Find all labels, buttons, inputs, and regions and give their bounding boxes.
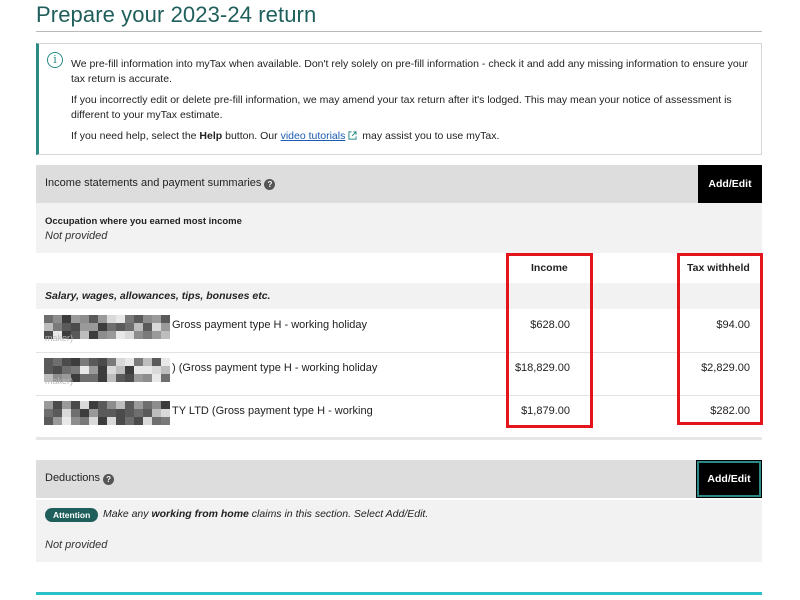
income-add-edit-button[interactable]: Add/Edit bbox=[698, 165, 762, 203]
deductions-add-edit-button[interactable]: Add/Edit bbox=[696, 460, 762, 498]
income-statements-title-text: Income statements and payment summaries bbox=[45, 177, 262, 189]
info-paragraph-1: We pre-fill information into myTax when … bbox=[71, 58, 749, 85]
question-circle-icon[interactable]: ? bbox=[103, 474, 115, 485]
row-description-cont: maker) bbox=[45, 376, 74, 386]
video-tutorials-link[interactable]: video tutorials bbox=[281, 130, 346, 142]
income-statements-title: Income statements and payment summaries? bbox=[45, 177, 276, 190]
redacted-employer-name bbox=[44, 400, 174, 426]
row-description: Gross payment type H - working holiday bbox=[172, 319, 368, 331]
deductions-value: Not provided bbox=[45, 539, 108, 551]
deductions-title-text: Deductions bbox=[45, 472, 101, 484]
info-paragraph-2: If you incorrectly edit or delete pre-fi… bbox=[71, 94, 732, 121]
info-icon: i bbox=[47, 52, 63, 68]
footer-divider bbox=[36, 592, 762, 595]
table-row[interactable]: TY LTD (Gross payment type H - working $… bbox=[36, 396, 762, 439]
question-circle-icon[interactable]: ? bbox=[264, 179, 276, 190]
page-title: Prepare your 2023-24 return bbox=[36, 2, 317, 27]
title-divider bbox=[36, 31, 762, 32]
income-list-divider bbox=[36, 437, 762, 440]
row-description-cont: maker) bbox=[45, 333, 74, 343]
attention-text-post: claims in this section. Select Add/Edit. bbox=[248, 508, 429, 520]
deductions-header: Deductions? Add/Edit bbox=[36, 460, 762, 498]
info-p3-text-mid: button. Our bbox=[222, 130, 281, 142]
prefill-info-box: i We pre-fill information into myTax whe… bbox=[36, 43, 762, 155]
deductions-title: Deductions? bbox=[45, 472, 115, 485]
attention-text-bold: working from home bbox=[151, 508, 249, 520]
row-description: TY LTD (Gross payment type H - working bbox=[172, 405, 373, 417]
table-row[interactable]: ) (Gross payment type H - working holida… bbox=[36, 353, 762, 396]
row-description: ) (Gross payment type H - working holida… bbox=[172, 362, 378, 374]
occupation-label: Occupation where you earned most income bbox=[45, 216, 242, 227]
help-word: Help bbox=[199, 130, 223, 142]
income-column-highlight bbox=[506, 253, 593, 428]
occupation-panel: Occupation where you earned most income … bbox=[36, 203, 762, 253]
table-row[interactable]: Gross payment type H - working holiday m… bbox=[36, 310, 762, 353]
info-text: We pre-fill information into myTax when … bbox=[71, 57, 756, 150]
salary-category-row: Salary, wages, allowances, tips, bonuses… bbox=[36, 283, 762, 309]
attention-text-pre: Make any bbox=[103, 508, 152, 520]
info-p3-text: If you need help, select the bbox=[71, 130, 200, 142]
info-p3-text-end: may assist you to use myTax. bbox=[359, 130, 500, 142]
info-paragraph-3: If you need help, select the Help button… bbox=[71, 129, 756, 144]
income-statements-header: Income statements and payment summaries?… bbox=[36, 165, 762, 203]
occupation-value: Not provided bbox=[45, 230, 108, 242]
salary-category-label: Salary, wages, allowances, tips, bonuses… bbox=[45, 290, 271, 302]
attention-message: Make any working from home claims in thi… bbox=[103, 508, 428, 520]
external-link-icon bbox=[348, 131, 357, 140]
attention-badge: Attention bbox=[45, 508, 99, 522]
deductions-body: Attention Make any working from home cla… bbox=[36, 500, 762, 562]
tax-withheld-column-highlight bbox=[677, 253, 763, 425]
